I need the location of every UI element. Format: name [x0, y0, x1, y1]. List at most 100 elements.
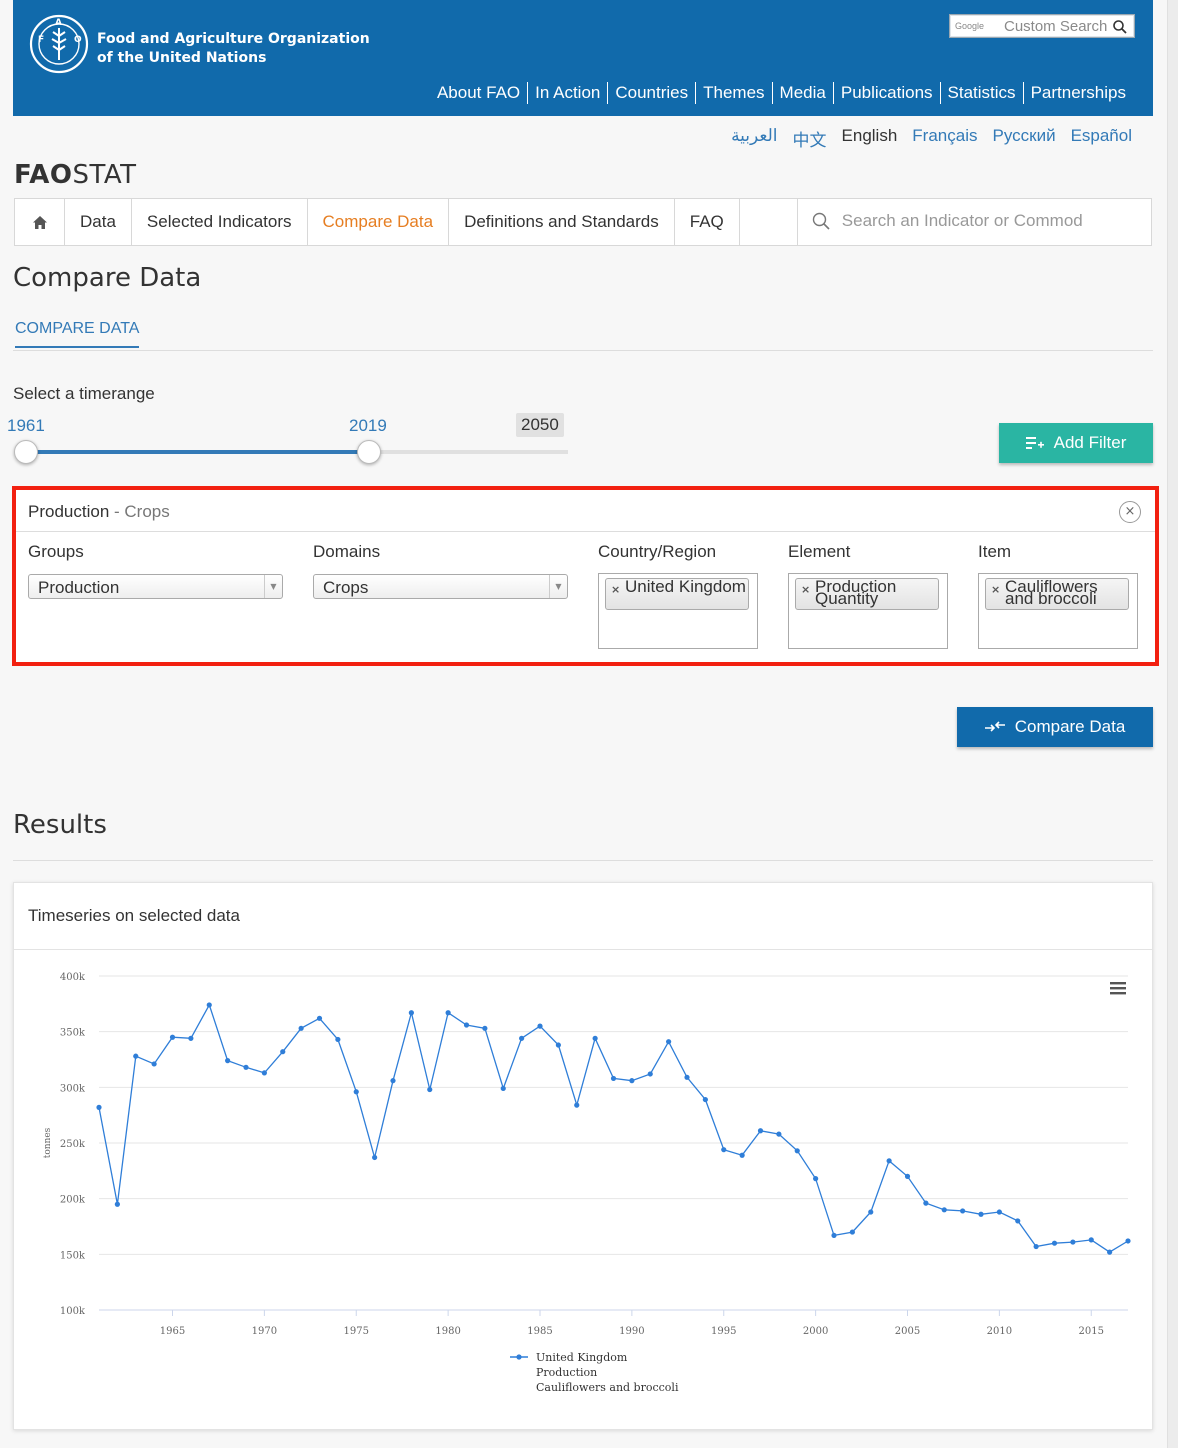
top-nav-media[interactable]: Media	[771, 82, 833, 104]
element-multiselect[interactable]: × Production Quantity	[788, 573, 948, 649]
lang-spanish[interactable]: Español	[1071, 126, 1132, 151]
tab-selected-indicators[interactable]: Selected Indicators	[132, 199, 308, 245]
timeseries-chart: 100k 150k 200k 250k 300k 350k 400k 1965 1970 1975…	[43, 972, 1131, 1394]
timerange-slider-fill	[26, 450, 369, 454]
timerange-to-handle[interactable]	[357, 440, 381, 464]
legend-marker	[516, 1354, 522, 1360]
tab-compare-data[interactable]: Compare Data	[308, 199, 450, 245]
data-point	[813, 1176, 819, 1182]
faostat-title[interactable]: FAOSTAT	[14, 160, 137, 190]
x-tick-label: 1985	[527, 1326, 552, 1337]
top-nav-statistics[interactable]: Statistics	[939, 82, 1023, 104]
data-point	[1033, 1243, 1039, 1250]
chart-panel-title: Timeseries on selected data	[28, 906, 240, 925]
top-nav-themes[interactable]: Themes	[695, 82, 771, 104]
filter-header: Production - Crops ×	[16, 490, 1155, 532]
fao-logo-icon[interactable]: F A O	[29, 14, 89, 74]
filter-panel: Production - Crops × Groups Domains Coun…	[12, 486, 1159, 666]
tab-data[interactable]: Data	[65, 199, 132, 245]
data-point	[133, 1053, 139, 1059]
home-icon	[32, 215, 47, 229]
data-point	[335, 1036, 341, 1043]
data-point	[555, 1042, 561, 1048]
top-nav-countries[interactable]: Countries	[607, 82, 695, 104]
x-tick-label: 1965	[160, 1326, 185, 1337]
indicator-search-input[interactable]: Search an Indicator or Commodity	[842, 211, 1082, 231]
x-tick-label: 1980	[435, 1326, 460, 1337]
lang-russian[interactable]: Русский	[992, 126, 1055, 151]
remove-chip-icon[interactable]: ×	[991, 583, 1000, 596]
google-search-box[interactable]: Google Custom Search	[949, 14, 1135, 38]
top-nav-about[interactable]: About FAO	[430, 82, 527, 104]
x-tick-label: 2015	[1079, 1326, 1104, 1337]
results-divider	[13, 860, 1153, 861]
tab-faq[interactable]: FAQ	[675, 199, 740, 245]
domains-select[interactable]: Crops ▼	[313, 574, 568, 599]
add-filter-button[interactable]: Add Filter	[999, 423, 1153, 463]
top-nav-publications[interactable]: Publications	[832, 82, 940, 104]
lang-french[interactable]: Français	[912, 126, 977, 151]
indicator-search[interactable]: Search an Indicator or Commodity	[798, 199, 1151, 245]
x-tick-label: 2005	[895, 1326, 920, 1337]
data-point	[463, 1022, 470, 1028]
top-nav-in-action[interactable]: In Action	[527, 82, 607, 104]
data-point	[1070, 1239, 1076, 1245]
timerange-from-handle[interactable]	[14, 440, 38, 464]
x-tick-label: 1995	[711, 1326, 736, 1337]
data-point	[169, 1034, 176, 1040]
timerange-from-label: 1961	[7, 416, 45, 435]
top-nav: About FAO In Action Countries Themes Med…	[430, 82, 1133, 104]
data-point	[482, 1025, 488, 1031]
data-point	[372, 1154, 378, 1161]
close-filter-icon[interactable]: ×	[1119, 501, 1141, 523]
data-point	[114, 1201, 120, 1207]
groups-select[interactable]: Production ▼	[28, 574, 283, 599]
remove-chip-icon[interactable]: ×	[801, 583, 810, 596]
timerange-label: Select a timerange	[13, 384, 155, 403]
y-tick-label: 400k	[60, 972, 86, 983]
data-point	[721, 1147, 727, 1153]
nav-home[interactable]	[15, 199, 65, 245]
site-search-input[interactable]: Custom Search	[1004, 18, 1114, 35]
data-point	[702, 1096, 708, 1103]
data-point	[886, 1158, 892, 1164]
y-axis-title: tonnes	[43, 1127, 53, 1158]
subtab-compare-data[interactable]: COMPARE DATA	[15, 320, 140, 348]
y-tick-label: 300k	[60, 1083, 86, 1094]
data-point	[500, 1085, 506, 1092]
search-icon[interactable]	[1112, 19, 1128, 35]
compare-arrows-icon	[984, 721, 1005, 732]
x-tick-label: 2000	[803, 1326, 828, 1337]
tab-definitions[interactable]: Definitions and Standards	[449, 199, 675, 245]
lang-arabic[interactable]: العربية	[731, 126, 777, 151]
data-point	[316, 1015, 323, 1021]
data-point	[941, 1207, 947, 1213]
y-tick-label: 250k	[60, 1139, 86, 1150]
country-multiselect[interactable]: × United Kingdom	[598, 573, 758, 649]
data-point	[519, 1035, 525, 1041]
compare-data-button[interactable]: Compare Data	[957, 707, 1153, 747]
data-point	[298, 1025, 304, 1031]
fao-header: F A O Food and Agriculture Organization …	[13, 0, 1153, 116]
item-multiselect[interactable]: × Cauliflowers and broccoli	[978, 573, 1138, 649]
data-point	[592, 1035, 598, 1041]
y-tick-label: 150k	[60, 1250, 86, 1261]
page-scrollbar[interactable]	[1167, 0, 1178, 1448]
lang-english: English	[841, 126, 898, 145]
country-chip: × United Kingdom	[605, 578, 749, 610]
data-point	[629, 1078, 635, 1084]
data-point	[849, 1229, 855, 1235]
org-name[interactable]: Food and Agriculture Organization of the…	[97, 30, 370, 68]
lang-chinese[interactable]: 中文	[793, 126, 827, 151]
data-point	[537, 1023, 543, 1029]
data-point	[408, 1010, 414, 1016]
top-nav-partnerships[interactable]: Partnerships	[1022, 82, 1133, 104]
remove-chip-icon[interactable]: ×	[611, 583, 620, 596]
dropdown-arrow-icon: ▼	[264, 575, 282, 598]
item-label: Item	[978, 542, 1012, 561]
domains-label: Domains	[313, 542, 381, 561]
chart-menu-icon[interactable]	[1109, 980, 1127, 996]
x-tick-label: 1970	[252, 1326, 277, 1337]
data-point	[188, 1035, 194, 1041]
svg-text:A: A	[55, 18, 62, 28]
